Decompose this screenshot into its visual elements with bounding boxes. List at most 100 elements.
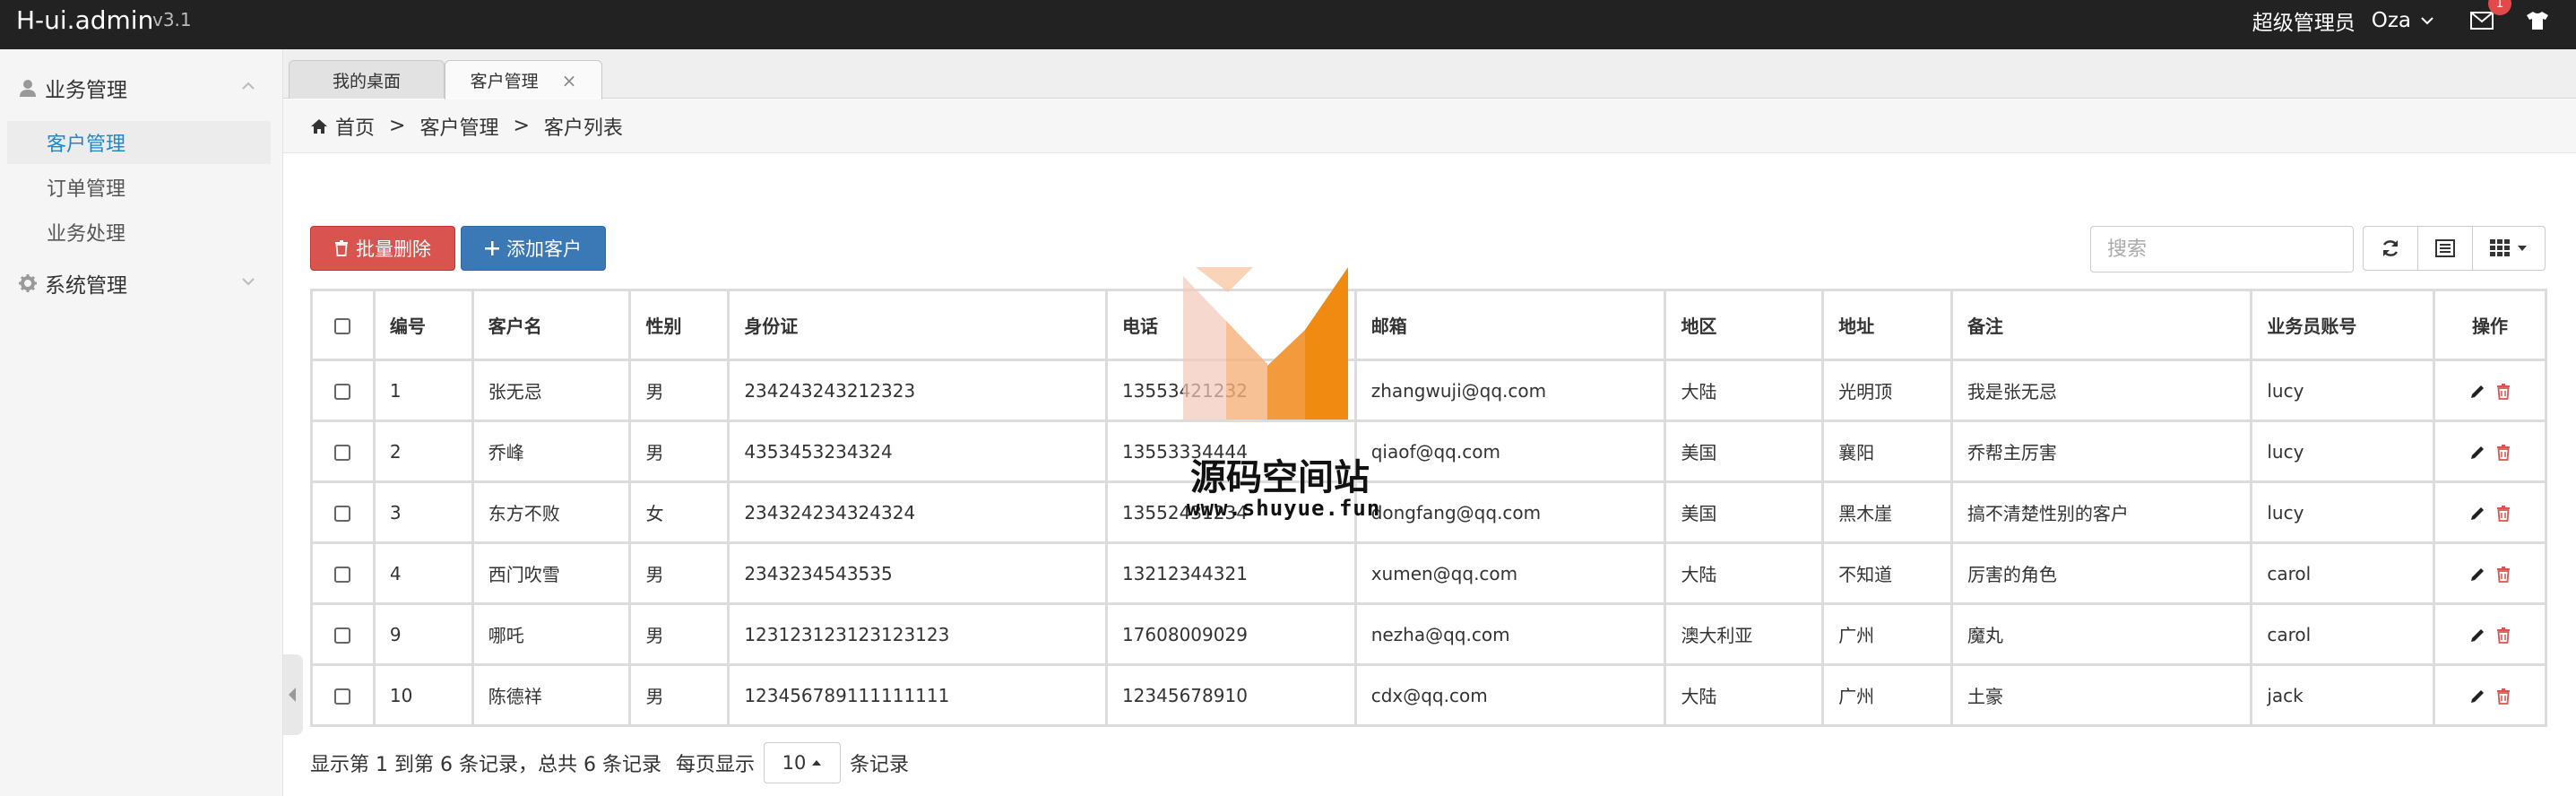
table-row: 1 张无忌男 234243243212323 13553421232 zhangwuji… — [310, 359, 2547, 422]
menu-group-system[interactable]: 系统管理 — [0, 261, 283, 306]
user-menu[interactable]: Oza — [2372, 9, 2434, 32]
per-page-suffix: 条记录 — [849, 754, 909, 776]
cell-address: 广州 — [1821, 602, 1953, 666]
search-input[interactable] — [2090, 226, 2354, 273]
cell-idcard: 123456789111111111 — [727, 663, 1108, 727]
edit-icon[interactable] — [2469, 567, 2485, 583]
pagination-summary: 显示第 1 到第 6 条记录，总共 6 条记录 — [310, 754, 661, 776]
edit-icon[interactable] — [2469, 506, 2485, 522]
cell-id: 4 — [372, 541, 474, 605]
cell-account: jack — [2250, 663, 2436, 727]
cell-note: 厉害的角色 — [1949, 541, 2253, 605]
add-customer-button[interactable]: 添加客户 — [461, 226, 606, 271]
cell-email: zhangwuji@qq.com — [1353, 359, 1667, 422]
delete-icon[interactable] — [2496, 506, 2511, 522]
sidebar: 业务管理 客户管理 订单管理 业务处理 系统管理 — [0, 49, 283, 796]
sidebar-toggle[interactable] — [283, 654, 303, 735]
app-brand[interactable]: H-ui.admin — [16, 5, 153, 35]
tab-label: 客户管理 — [470, 72, 539, 91]
table-row: 4 西门吹雪男 2343234543535 13212344321 xumen@qq.c… — [310, 541, 2547, 605]
column-header-note[interactable]: 备注 — [1949, 289, 2253, 361]
user-icon — [20, 80, 36, 97]
shirt-icon — [2527, 11, 2548, 30]
cell-name: 东方不败 — [471, 480, 632, 544]
mail-button[interactable]: 1 — [2470, 0, 2511, 30]
cell-email: dongfang@qq.com — [1353, 480, 1667, 544]
menu-group-label: 业务管理 — [45, 79, 127, 102]
close-icon[interactable]: × — [562, 70, 577, 91]
column-header-email[interactable]: 邮箱 — [1353, 289, 1667, 361]
edit-icon[interactable] — [2469, 688, 2485, 705]
table-row: 9 哪吒男 123123123123123123 17608009029 nezha@q… — [310, 602, 2547, 666]
batch-delete-button[interactable]: 批量删除 — [310, 226, 455, 271]
sidebar-item-customers[interactable]: 客户管理 — [7, 121, 271, 164]
batch-delete-label: 批量删除 — [356, 238, 431, 260]
select-all-cell — [310, 289, 376, 361]
cell-address: 广州 — [1821, 663, 1953, 727]
cell-idcard: 123123123123123123 — [727, 602, 1108, 666]
user-name: Oza — [2371, 8, 2411, 32]
per-page-prefix: 每页显示 — [675, 754, 755, 776]
cell-email: cdx@qq.com — [1353, 663, 1667, 727]
column-header-gender[interactable]: 性别 — [628, 289, 730, 361]
tab-customers[interactable]: 客户管理 × — [445, 60, 602, 100]
caret-down-icon — [2518, 246, 2527, 251]
column-header-address[interactable]: 地址 — [1821, 289, 1953, 361]
cell-gender: 男 — [628, 359, 730, 422]
delete-icon[interactable] — [2496, 567, 2511, 583]
cell-account: carol — [2250, 541, 2436, 605]
cell-note: 魔丸 — [1949, 602, 2253, 666]
user-role: 超级管理员 — [2252, 11, 2356, 35]
trash-icon — [335, 240, 348, 256]
sidebar-item-business-process[interactable]: 业务处理 — [7, 211, 271, 254]
edit-icon[interactable] — [2469, 445, 2485, 461]
column-header-id[interactable]: 编号 — [372, 289, 474, 361]
select-all-checkbox[interactable] — [334, 318, 351, 334]
row-checkbox[interactable] — [334, 688, 351, 705]
page-size-select[interactable]: 10 — [763, 742, 841, 783]
table-row: 10 陈德祥男 123456789111111111 12345678910 cdx@q… — [310, 663, 2547, 727]
edit-icon[interactable] — [2469, 627, 2485, 644]
watermark-url: www.shuyue.fun — [1187, 496, 1381, 521]
row-checkbox[interactable] — [334, 627, 351, 644]
breadcrumb-home[interactable]: 首页 — [335, 112, 375, 141]
row-checkbox[interactable] — [334, 384, 351, 400]
delete-icon[interactable] — [2496, 627, 2511, 644]
cell-id: 9 — [372, 602, 474, 666]
column-header-phone[interactable]: 电话 — [1104, 289, 1357, 361]
column-header-account[interactable]: 业务员账号 — [2250, 289, 2436, 361]
cell-actions — [2433, 480, 2547, 544]
mail-badge: 1 — [2488, 0, 2511, 15]
column-header-idcard[interactable]: 身份证 — [727, 289, 1108, 361]
delete-icon[interactable] — [2496, 384, 2511, 400]
sidebar-item-orders[interactable]: 订单管理 — [7, 166, 271, 209]
column-header-region[interactable]: 地区 — [1664, 289, 1825, 361]
chevron-down-icon — [242, 278, 255, 286]
breadcrumb-customers[interactable]: 客户管理 — [419, 112, 498, 141]
column-header-actions: 操作 — [2433, 289, 2547, 361]
cell-account: lucy — [2250, 359, 2436, 422]
row-select-cell — [310, 663, 376, 727]
cell-phone: 17608009029 — [1104, 602, 1357, 666]
delete-icon[interactable] — [2496, 688, 2511, 705]
delete-icon[interactable] — [2496, 445, 2511, 461]
list-icon — [2435, 239, 2455, 257]
columns-button[interactable] — [2472, 226, 2546, 271]
cell-phone: 13212344321 — [1104, 541, 1357, 605]
tab-desktop[interactable]: 我的桌面 — [289, 60, 445, 99]
edit-icon[interactable] — [2469, 384, 2485, 400]
refresh-button[interactable] — [2363, 226, 2418, 271]
cell-gender: 男 — [628, 602, 730, 666]
column-header-name[interactable]: 客户名 — [471, 289, 632, 361]
row-checkbox[interactable] — [334, 567, 351, 583]
menu-group-business[interactable]: 业务管理 — [0, 65, 283, 110]
row-checkbox[interactable] — [334, 445, 351, 461]
row-checkbox[interactable] — [334, 506, 351, 522]
cell-name: 张无忌 — [471, 359, 632, 422]
cell-email: nezha@qq.com — [1353, 602, 1667, 666]
table-row: 3 东方不败女 234324234324324 13552431234 dongfang… — [310, 480, 2547, 544]
cell-address: 光明顶 — [1821, 359, 1953, 422]
cell-name: 西门吹雪 — [471, 541, 632, 605]
toggle-view-button[interactable] — [2417, 226, 2473, 271]
skin-button[interactable] — [2526, 11, 2549, 30]
